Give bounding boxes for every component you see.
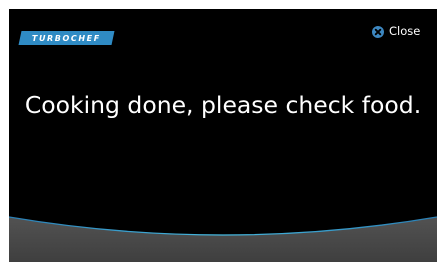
status-message: Cooking done, please check food. <box>24 91 422 119</box>
close-label: Close <box>389 24 421 38</box>
close-icon <box>372 25 384 38</box>
bottom-bar <box>9 216 437 262</box>
screen: TURBOCHEF Close Cooking done, please che… <box>0 0 437 262</box>
main-panel: TURBOCHEF Close Cooking done, please che… <box>9 9 437 262</box>
close-button[interactable]: Close <box>372 24 420 39</box>
footer-panel <box>9 217 437 262</box>
turbochef-logo: TURBOCHEF <box>18 31 115 45</box>
logo-text: TURBOCHEF <box>32 33 101 43</box>
